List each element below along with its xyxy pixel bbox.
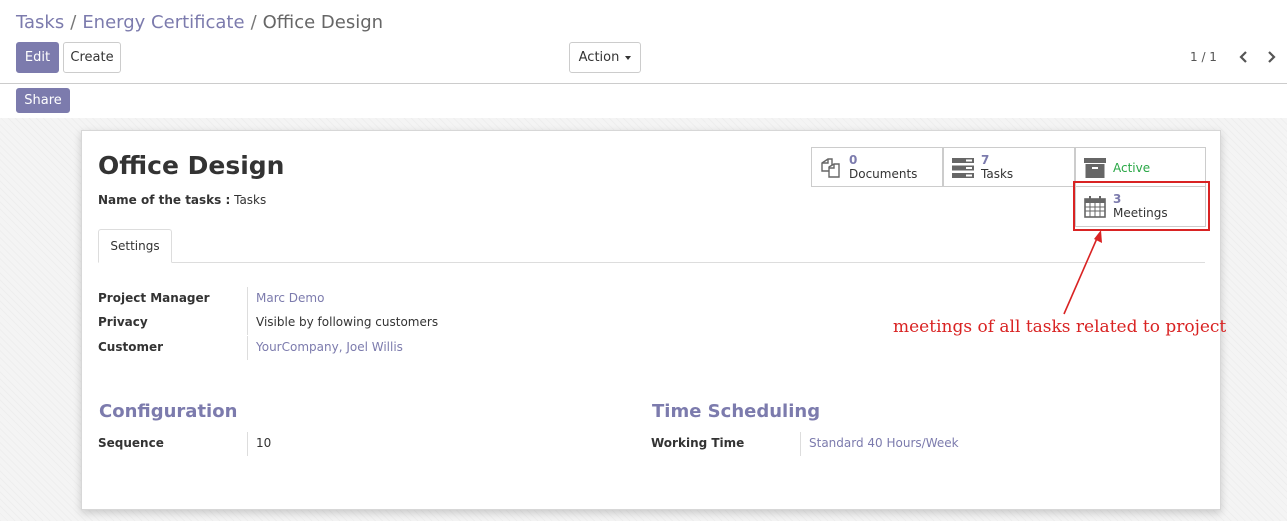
field-label: Customer [98,340,164,354]
tasks-smart-button[interactable]: 7 Tasks [943,147,1075,187]
documents-label: Documents [849,167,918,181]
field-label: Sequence [98,436,164,450]
action-label: Action [578,50,620,65]
meetings-smart-button[interactable]: 3 Meetings [1075,187,1206,227]
breadcrumb-separator: / [70,12,77,33]
section-configuration: Configuration [99,401,238,422]
documents-smart-button[interactable]: 0 Documents [811,147,943,187]
field-divider [800,432,801,456]
record-title: Office Design [98,151,285,180]
field-privacy: Privacy Visible by following customers [98,311,598,335]
archive-icon [1084,158,1106,178]
breadcrumb-tasks[interactable]: Tasks [16,12,64,33]
active-label: Active [1113,161,1151,175]
project-manager-link[interactable]: Marc Demo [256,291,324,305]
caret-down-icon [625,55,632,60]
tasks-count: 7 [981,153,990,167]
documents-count: 0 [849,153,858,167]
pager-value[interactable]: 1 / 1 [1190,50,1217,64]
field-divider [247,311,248,335]
breadcrumb-energy-certificate[interactable]: Energy Certificate [82,12,244,33]
share-button[interactable]: Share [16,88,70,113]
subtitle-value: Tasks [234,193,267,207]
annotation-text: meetings of all tasks related to project [893,317,1227,337]
field-label: Privacy [98,315,148,329]
annotation-arrow-icon [1063,230,1102,315]
active-toggle-button[interactable]: Active [1075,147,1206,187]
field-customer: Customer YourCompany, Joel Willis [98,336,598,360]
breadcrumb-separator: / [250,12,257,33]
tasks-label: Tasks [981,167,1014,181]
sequence-value: 10 [256,436,272,450]
action-dropdown-button[interactable]: Action [569,42,641,73]
subtitle-label: Name of the tasks : [98,193,231,207]
section-time-scheduling: Time Scheduling [652,401,821,422]
record-subtitle: Name of the tasks : Tasks [98,193,266,207]
field-divider [247,287,248,311]
field-divider [247,432,248,456]
field-working-time: Working Time Standard 40 Hours/Week [651,432,1171,456]
privacy-value: Visible by following customers [256,315,439,329]
field-label: Project Manager [98,291,210,305]
chevron-right-icon [1268,51,1276,63]
customer-link[interactable]: YourCompany, Joel Willis [256,340,403,354]
working-time-link[interactable]: Standard 40 Hours/Week [809,436,959,450]
documents-icon [821,158,840,178]
calendar-icon [1084,196,1106,218]
control-panel: Tasks / Energy Certificate / Office Design E… [0,0,1287,84]
field-label: Working Time [651,436,745,450]
pager-previous-button[interactable] [1236,48,1252,66]
tab-settings[interactable]: Settings [98,229,172,263]
breadcrumb-current: Office Design [262,12,384,33]
field-divider [247,336,248,360]
field-sequence: Sequence 10 [98,432,598,456]
meetings-count: 3 [1113,192,1122,206]
pager-next-button[interactable] [1263,48,1279,66]
tasks-icon [952,158,974,178]
create-button[interactable]: Create [63,42,121,73]
chevron-left-icon [1239,51,1247,63]
meetings-label: Meetings [1113,206,1168,220]
form-tabs: Settings [98,229,1205,263]
breadcrumb: Tasks / Energy Certificate / Office Design [16,12,383,33]
edit-button[interactable]: Edit [16,42,59,73]
field-project-manager: Project Manager Marc Demo [98,287,598,311]
